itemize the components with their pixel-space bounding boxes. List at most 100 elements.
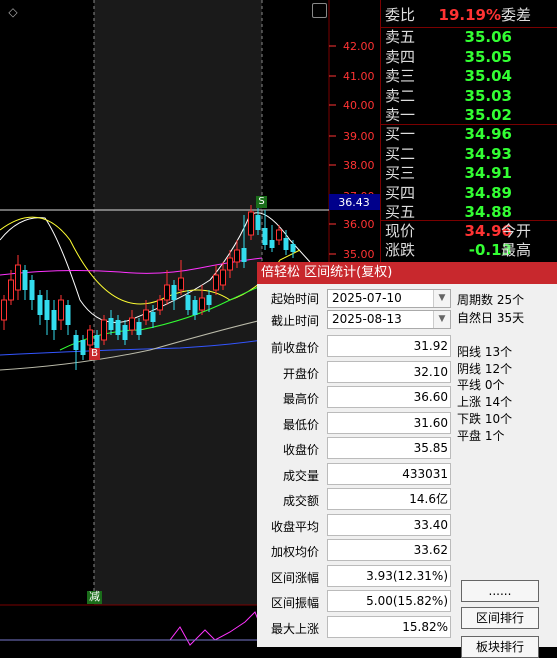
candle-body — [115, 320, 121, 335]
ratio-extra: 委差 — [501, 6, 532, 24]
stat-line: 平盘 1个 — [457, 429, 505, 443]
candle-body — [283, 238, 289, 250]
field-label: 区间振幅 — [270, 596, 319, 610]
ask-row-label: 卖四 — [385, 47, 416, 66]
ask-row-label: 卖一 — [385, 106, 416, 124]
candle-body — [80, 340, 86, 355]
range-rank-button[interactable]: 区间排行 — [461, 607, 539, 629]
buy-marker: B — [89, 348, 100, 360]
ask-row-price: 35.06 — [464, 28, 512, 46]
bid-row-label: 买三 — [385, 164, 416, 182]
more-button[interactable]: ...... — [461, 580, 539, 602]
chevron-down-icon[interactable]: ▼ — [433, 311, 450, 328]
candle-body — [143, 309, 149, 321]
selected-range-shade — [94, 0, 262, 605]
bid-row: 买四 34.89 — [381, 183, 557, 203]
field-label: 开盘价 — [282, 366, 319, 381]
ask-row: 卖三 35.04 — [381, 66, 557, 86]
stat-line: 自然日 35天 — [457, 311, 525, 325]
candle-body — [29, 280, 35, 300]
field-value: 3.93(12.31%) — [327, 564, 451, 587]
field-value: 35.85 — [327, 437, 451, 459]
end-date-picker[interactable]: 2025-08-13 ▼ — [327, 310, 451, 329]
candle-body — [37, 295, 43, 315]
field-label: 加权均价 — [270, 545, 319, 559]
chevron-down-icon[interactable]: ▼ — [433, 290, 450, 307]
ask-row: 卖四 35.05 — [381, 47, 557, 67]
field-value: 31.60 — [327, 411, 451, 434]
price-tick-label: 42.00 — [343, 40, 375, 53]
reduce-marker: 减 — [87, 590, 102, 604]
ask-row-price: 35.03 — [464, 86, 512, 105]
stat-line: 上涨 14个 — [457, 395, 513, 409]
start-date-label: 起始时间 — [270, 292, 319, 306]
candle-body — [58, 299, 64, 321]
candle-body — [22, 270, 28, 290]
ask-row-label: 卖二 — [385, 86, 416, 105]
bid-row-price: 34.88 — [464, 203, 512, 221]
candle-body — [220, 269, 226, 286]
ask-row-label: 卖三 — [385, 67, 416, 85]
change-label: 涨跌 — [385, 241, 416, 259]
ask-row: 卖一 35.02 — [381, 105, 557, 125]
bid-row: 买二 34.93 — [381, 144, 557, 164]
field-label: 成交额 — [282, 494, 319, 508]
price-tick-label: 35.00 — [343, 248, 375, 261]
candle-body — [101, 319, 107, 341]
sector-rank-button[interactable]: 板块排行 — [461, 636, 539, 658]
stat-line: 阴线 12个 — [457, 362, 513, 376]
candle-body — [255, 215, 261, 230]
price-tick-label: 40.00 — [343, 99, 375, 112]
candle-body — [206, 295, 212, 305]
ratio-label: 委比 — [385, 6, 416, 24]
candle-body — [122, 325, 128, 340]
field-label: 最大上涨 — [270, 621, 319, 636]
candle-body — [234, 249, 240, 263]
candle-body — [129, 317, 135, 331]
field-value: 32.10 — [327, 360, 451, 383]
candle-body — [73, 335, 79, 350]
field-value: 5.00(15.82%) — [327, 590, 451, 612]
price-tick-label: 41.00 — [343, 70, 375, 83]
candle-body — [8, 279, 14, 301]
price-tick-label: 38.00 — [343, 159, 375, 172]
sell-marker: S — [256, 196, 267, 208]
ask-row-price: 35.04 — [464, 67, 512, 85]
dialog-title: 倍轻松 区间统计(复权) — [261, 265, 393, 280]
bid-row: 买三 34.91 — [381, 163, 557, 183]
bid-row: 买五 34.88 — [381, 202, 557, 222]
candle-body — [65, 305, 71, 325]
field-value: 33.40 — [327, 513, 451, 536]
field-label: 成交量 — [282, 468, 319, 483]
field-label: 收盘平均 — [270, 519, 319, 534]
candle-body — [227, 257, 233, 271]
ask-row: 卖五 35.06 — [381, 27, 557, 47]
field-value: 33.62 — [327, 539, 451, 561]
candle-body — [44, 300, 50, 320]
candle-body — [192, 300, 198, 315]
ask-row-label: 卖五 — [385, 28, 416, 46]
open-label: 今开 — [501, 222, 532, 240]
bid-row-label: 买四 — [385, 183, 416, 202]
candle-body — [15, 264, 21, 291]
candle-body — [1, 299, 7, 321]
bid-row-price: 34.91 — [464, 164, 512, 182]
field-label: 最高价 — [282, 392, 319, 406]
window-restore-icon[interactable] — [312, 3, 327, 18]
stat-line: 周期数 25个 — [457, 293, 525, 307]
diamond-icon[interactable]: ◇ — [8, 6, 18, 18]
start-date-picker[interactable]: 2025-07-10 ▼ — [327, 289, 451, 308]
range-stats-dialog: 倍轻松 区间统计(复权) 起始时间 2025-07-10 ▼ 截止时间 2025… — [257, 262, 557, 658]
bid-row-label: 买二 — [385, 144, 416, 163]
field-label: 最低价 — [282, 417, 319, 432]
candle-body — [150, 312, 156, 322]
candle-body — [51, 310, 57, 330]
candle-body — [157, 299, 163, 311]
bid-row-price: 34.89 — [464, 183, 512, 202]
bid-row-price: 34.96 — [464, 125, 512, 143]
candle-body — [241, 248, 247, 262]
bid-row: 买一 34.96 — [381, 124, 557, 144]
high-label: 最高 — [501, 241, 532, 259]
dialog-title-bar[interactable]: 倍轻松 区间统计(复权) — [257, 262, 557, 284]
ratio-value: 19.19% — [438, 6, 501, 24]
